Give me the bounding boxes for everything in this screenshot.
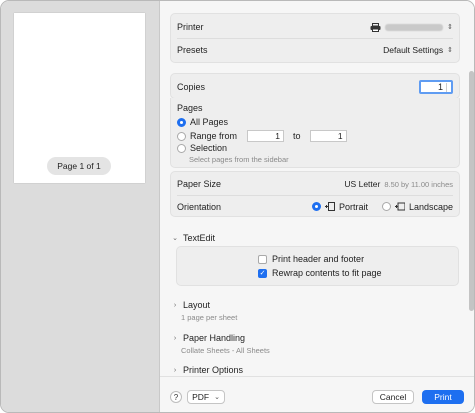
range-start-input[interactable]: 1 bbox=[247, 130, 285, 142]
radio-selected[interactable] bbox=[177, 117, 186, 127]
range-end-input[interactable]: 1 bbox=[309, 130, 347, 142]
print-header-footer-label: Print header and footer bbox=[272, 254, 365, 264]
settings-pane: Printer ⇕ Presets Default Settings ⇕ Cop… bbox=[160, 1, 474, 412]
range-to-label: to bbox=[293, 131, 301, 141]
paper-handling-subtitle: Collate Sheets - All Sheets bbox=[181, 346, 270, 355]
layout-subtitle: 1 page per sheet bbox=[181, 313, 238, 322]
radio-all-pages[interactable]: All Pages bbox=[177, 117, 228, 127]
paper-handling-disclosure[interactable]: › Paper Handling bbox=[172, 333, 245, 343]
presets-row: Presets Default Settings ⇕ bbox=[171, 40, 459, 60]
radio-unselected[interactable] bbox=[177, 131, 186, 141]
divider bbox=[177, 38, 453, 39]
selection-hint: Select pages from the sidebar bbox=[189, 155, 289, 164]
orientation-options: Portrait Landscape bbox=[311, 201, 453, 212]
paper-orientation-group: Paper Size US Letter 8.50 by 11.00 inche… bbox=[170, 171, 460, 217]
landscape-radio[interactable] bbox=[381, 202, 391, 211]
chevron-right-icon: › bbox=[173, 334, 177, 342]
radio-range[interactable]: Range from 1 to 1 bbox=[177, 130, 347, 142]
printer-presets-group: Printer ⇕ Presets Default Settings ⇕ bbox=[170, 13, 460, 63]
landscape-label: Landscape bbox=[408, 201, 453, 212]
print-header-footer-row[interactable]: Print header and footer bbox=[258, 254, 364, 264]
print-header-footer-checkbox[interactable] bbox=[258, 254, 267, 264]
range-from-label: Range from bbox=[190, 131, 238, 141]
printer-options-disclosure[interactable]: › Printer Options bbox=[172, 365, 243, 375]
radio-selection[interactable]: Selection bbox=[177, 143, 227, 153]
portrait-radio[interactable] bbox=[311, 202, 321, 211]
all-pages-label: All Pages bbox=[190, 117, 229, 127]
scrollbar[interactable] bbox=[469, 71, 474, 311]
chevron-right-icon: › bbox=[173, 366, 177, 374]
printer-icon bbox=[370, 22, 381, 32]
presets-popup[interactable]: Default Settings ⇕ bbox=[383, 45, 453, 55]
landscape-icon bbox=[394, 202, 405, 211]
copies-label: Copies bbox=[177, 82, 206, 92]
layout-disclosure[interactable]: › Layout bbox=[172, 300, 210, 310]
paper-size-popup[interactable]: US Letter 8.50 by 11.00 inches bbox=[344, 179, 453, 189]
chevron-down-icon: ⌄ bbox=[172, 235, 178, 242]
paper-size-value: US Letter bbox=[344, 179, 381, 189]
textedit-disclosure[interactable]: ⌄ TextEdit bbox=[172, 233, 215, 243]
portrait-label: Portrait bbox=[338, 201, 368, 212]
chevron-up-down-icon: ⇕ bbox=[447, 46, 453, 54]
radio-unselected[interactable] bbox=[177, 143, 186, 153]
layout-title: Layout bbox=[183, 300, 211, 310]
pages-label: Pages bbox=[177, 103, 203, 113]
pages-group: Pages All Pages Range from 1 to 1 Select… bbox=[170, 98, 460, 168]
printer-name-redacted bbox=[385, 23, 444, 31]
presets-value: Default Settings bbox=[383, 45, 444, 55]
stepper-arrows[interactable] bbox=[446, 83, 450, 92]
divider bbox=[177, 195, 453, 196]
help-button[interactable]: ? bbox=[170, 391, 182, 403]
rewrap-contents-checkbox[interactable]: ✓ bbox=[258, 268, 267, 278]
print-button[interactable]: Print bbox=[422, 390, 464, 404]
presets-label: Presets bbox=[177, 45, 208, 55]
textedit-title: TextEdit bbox=[183, 233, 216, 243]
printer-options-title: Printer Options bbox=[183, 365, 244, 375]
orientation-label: Orientation bbox=[177, 201, 222, 212]
rewrap-contents-label: Rewrap contents to fit page bbox=[272, 268, 382, 278]
orientation-row: Orientation Portrait Landscape bbox=[171, 197, 459, 216]
pdf-label: PDF bbox=[192, 392, 210, 402]
pages-header: Pages bbox=[171, 101, 459, 115]
paper-size-detail: 8.50 by 11.00 inches bbox=[384, 179, 453, 189]
copies-row: Copies 1 bbox=[171, 77, 459, 97]
pdf-menu-button[interactable]: PDF ⌄ bbox=[187, 390, 225, 404]
printer-row: Printer ⇕ bbox=[171, 17, 459, 37]
portrait-icon bbox=[324, 202, 335, 211]
chevron-right-icon: › bbox=[173, 301, 177, 309]
printer-label: Printer bbox=[177, 22, 204, 32]
paper-handling-title: Paper Handling bbox=[183, 333, 246, 343]
textedit-options: Print header and footer ✓ Rewrap content… bbox=[176, 246, 459, 286]
printer-popup[interactable]: ⇕ bbox=[370, 22, 453, 32]
copies-group: Copies 1 bbox=[170, 73, 460, 99]
copies-stepper[interactable]: 1 bbox=[419, 80, 453, 94]
paper-size-row: Paper Size US Letter 8.50 by 11.00 inche… bbox=[171, 174, 459, 194]
chevron-up-down-icon: ⇕ bbox=[447, 23, 453, 31]
selection-label: Selection bbox=[190, 143, 228, 153]
cancel-button[interactable]: Cancel bbox=[372, 390, 414, 404]
rewrap-contents-row[interactable]: ✓ Rewrap contents to fit page bbox=[258, 268, 382, 278]
chevron-down-icon: ⌄ bbox=[214, 394, 220, 401]
copies-value: 1 bbox=[437, 82, 443, 92]
page-indicator: Page 1 of 1 bbox=[47, 157, 111, 175]
paper-size-label: Paper Size bbox=[177, 179, 222, 189]
print-dialog: Page 1 of 1 Printer ⇕ Presets Default Se… bbox=[0, 0, 475, 413]
dialog-footer: ? PDF ⌄ Cancel Print bbox=[160, 376, 474, 412]
preview-pane: Page 1 of 1 bbox=[1, 1, 160, 412]
